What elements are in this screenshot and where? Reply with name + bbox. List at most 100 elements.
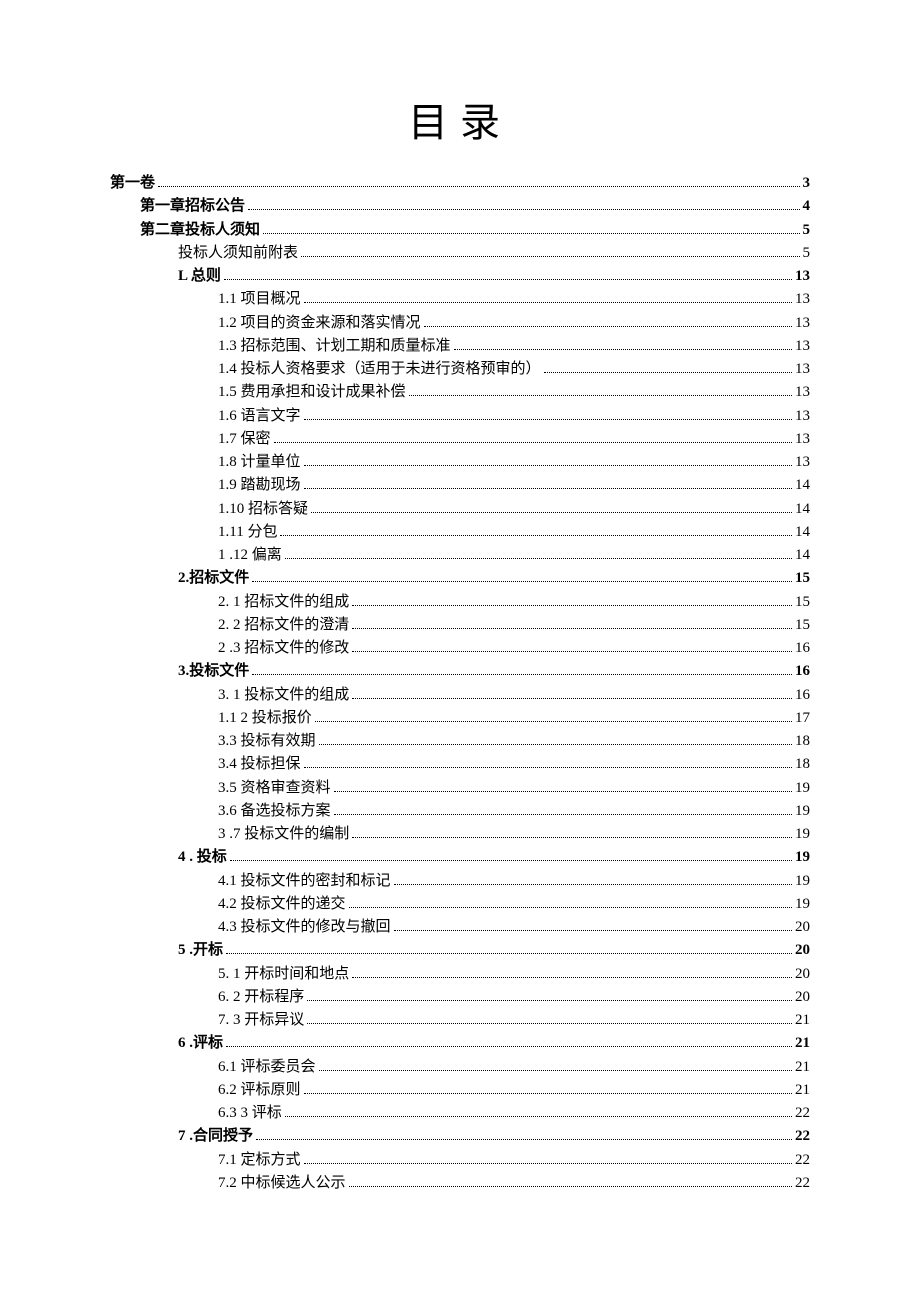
toc-row: 5 .开标 20 <box>110 939 810 962</box>
toc-row: 1.4 投标人资格要求（适用于未进行资格预审的）13 <box>110 358 810 381</box>
toc-text: 6.2 评标原则 <box>218 1079 301 1102</box>
toc-page: 18 <box>795 730 810 753</box>
toc-row: 3.4 投标担保18 <box>110 753 810 776</box>
toc-row: 1.2 项目的资金来源和落实情况13 <box>110 312 810 335</box>
toc-leader-dots <box>352 641 792 653</box>
toc-row: 1.8 计量单位13 <box>110 451 810 474</box>
toc-leader-dots <box>315 710 792 722</box>
toc-page: 13 <box>795 288 810 311</box>
toc-leader-dots <box>252 664 792 676</box>
toc-page: 20 <box>795 939 810 962</box>
toc-leader-dots <box>349 896 792 908</box>
toc-leader-dots <box>301 245 799 257</box>
toc-row: 5. 1 开标时间和地点20 <box>110 963 810 986</box>
toc-text: 3.6 备选投标方案 <box>218 800 331 823</box>
toc-row: 2.招标文件 15 <box>110 567 810 590</box>
toc-page: 13 <box>795 451 810 474</box>
toc-row: 7.2 中标候选人公示 22 <box>110 1172 810 1195</box>
toc-page: 19 <box>795 823 810 846</box>
toc-leader-dots <box>256 1129 792 1141</box>
toc-page: 22 <box>795 1172 810 1195</box>
toc-leader-dots <box>226 943 792 955</box>
toc-leader-dots <box>352 827 792 839</box>
toc-row: 4.1 投标文件的密封和标记19 <box>110 870 810 893</box>
toc-text: 1.10 招标答疑 <box>218 498 308 521</box>
toc-text: 1.9 踏勘现场 <box>218 474 301 497</box>
toc-text: 5. 1 开标时间和地点 <box>218 963 349 986</box>
toc-row: 第二章投标人须知5 <box>110 219 810 242</box>
toc-page: 20 <box>795 916 810 939</box>
toc-row: 4.3 投标文件的修改与撤回 20 <box>110 916 810 939</box>
toc-leader-dots <box>394 920 792 932</box>
toc-leader-dots <box>349 1175 792 1187</box>
toc-text: 3.5 资格审查资料 <box>218 777 331 800</box>
toc-leader-dots <box>352 966 792 978</box>
toc-page: 4 <box>803 195 811 218</box>
toc-leader-dots <box>304 292 792 304</box>
toc-leader-dots <box>319 1059 792 1071</box>
toc-text: 7.2 中标候选人公示 <box>218 1172 346 1195</box>
toc-row: 1.5 费用承担和设计成果补偿13 <box>110 381 810 404</box>
toc-leader-dots <box>304 757 792 769</box>
toc-row: 3.6 备选投标方案19 <box>110 800 810 823</box>
toc-leader-dots <box>307 1013 792 1025</box>
toc-row: 3.5 资格审查资料19 <box>110 777 810 800</box>
toc-text: 第二章投标人须知 <box>140 219 260 242</box>
toc-row: 6. 2 开标程序20 <box>110 986 810 1009</box>
toc-text: 7. 3 开标异议 <box>218 1009 304 1032</box>
toc-page: 13 <box>795 265 810 288</box>
toc-page: 19 <box>795 846 810 869</box>
toc-leader-dots <box>263 222 799 234</box>
toc-text: 1.11 分包 <box>218 521 277 544</box>
toc-leader-dots <box>352 594 792 606</box>
toc-leader-dots <box>158 176 799 188</box>
toc-row: 1.1 2 投标报价17 <box>110 707 810 730</box>
toc-leader-dots <box>394 873 792 885</box>
toc-container: 第一卷 3第一章招标公告4第二章投标人须知5投标人须知前附表 5L 总则131.… <box>110 172 810 1195</box>
toc-row: 6.1 评标委员会 21 <box>110 1056 810 1079</box>
toc-page: 13 <box>795 428 810 451</box>
toc-page: 16 <box>795 637 810 660</box>
toc-text: 6 .评标 <box>178 1032 223 1055</box>
toc-text: 1.6 语言文字 <box>218 405 301 428</box>
toc-page: 16 <box>795 660 810 683</box>
toc-page: 5 <box>803 242 811 265</box>
toc-page: 14 <box>795 498 810 521</box>
toc-row: 2 .3 招标文件的修改 16 <box>110 637 810 660</box>
toc-page: 16 <box>795 684 810 707</box>
toc-text: 1.1 项目概况 <box>218 288 301 311</box>
toc-text: 2.招标文件 <box>178 567 249 590</box>
toc-leader-dots <box>311 501 792 513</box>
toc-page: 14 <box>795 544 810 567</box>
toc-row: 7. 3 开标异议21 <box>110 1009 810 1032</box>
toc-text: 2. 2 招标文件的澄清 <box>218 614 349 637</box>
toc-page: 17 <box>795 707 810 730</box>
toc-text: 3. 1 投标文件的组成 <box>218 684 349 707</box>
toc-leader-dots <box>352 687 792 699</box>
toc-leader-dots <box>454 338 792 350</box>
toc-page: 21 <box>795 1056 810 1079</box>
toc-text: 3.投标文件 <box>178 660 249 683</box>
toc-page: 21 <box>795 1032 810 1055</box>
toc-row: 7 .合同授予 22 <box>110 1125 810 1148</box>
toc-row: 1.3 招标范围、计划工期和质量标准13 <box>110 335 810 358</box>
toc-page: 22 <box>795 1149 810 1172</box>
toc-text: 7.1 定标方式 <box>218 1149 301 1172</box>
toc-row: 1 .12 偏离 14 <box>110 544 810 567</box>
toc-text: 6.3 3 评标 <box>218 1102 282 1125</box>
toc-text: 4.2 投标文件的递交 <box>218 893 346 916</box>
toc-page: 3 <box>803 172 811 195</box>
toc-text: 1.5 费用承担和设计成果补偿 <box>218 381 406 404</box>
toc-row: 3.3 投标有效期 18 <box>110 730 810 753</box>
toc-text: 2. 1 招标文件的组成 <box>218 591 349 614</box>
toc-text: 第一卷 <box>110 172 155 195</box>
toc-row: 3.投标文件 16 <box>110 660 810 683</box>
toc-text: 3.3 投标有效期 <box>218 730 316 753</box>
toc-row: 1.11 分包 14 <box>110 521 810 544</box>
toc-leader-dots <box>280 524 792 536</box>
toc-text: 6.1 评标委员会 <box>218 1056 316 1079</box>
toc-page: 18 <box>795 753 810 776</box>
toc-text: 4.3 投标文件的修改与撤回 <box>218 916 391 939</box>
toc-leader-dots <box>224 269 792 281</box>
toc-page: 13 <box>795 358 810 381</box>
